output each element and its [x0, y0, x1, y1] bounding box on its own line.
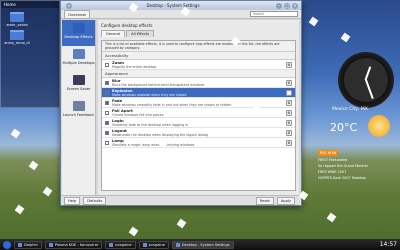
clock-minute-hand	[365, 79, 374, 100]
group-label-accessibility: Accessibility	[102, 52, 295, 60]
effect-checkbox[interactable]	[105, 120, 109, 125]
falling-flake-decoration	[340, 32, 351, 43]
falling-flake-decoration	[28, 160, 39, 171]
app-icon	[18, 242, 22, 247]
overview-button[interactable]: Overview	[64, 9, 90, 19]
rss-badge: RSS NOW	[318, 150, 339, 156]
app-icon	[142, 242, 147, 247]
taskbar-task[interactable]: pvsgaine	[138, 240, 169, 249]
apply-button[interactable]: Apply	[276, 196, 295, 205]
minimize-icon[interactable]: –	[276, 2, 282, 9]
effects-panel: This is a list of available effects, it …	[101, 40, 296, 191]
news-item[interactable]: FREE! FeeLoaded	[318, 158, 398, 162]
desktop-folder-item[interactable]: amhr_vacka	[4, 12, 30, 27]
desktop-effects-icon	[72, 23, 85, 33]
news-widget[interactable]: RSS NOW FREE! FeeLoaded Sa rapport the G…	[318, 150, 398, 220]
taskbar-task[interactable]: Plasma KDE - Konqueror	[44, 240, 103, 249]
sun-icon	[368, 115, 390, 137]
taskbar-task[interactable]: Dolphin	[14, 240, 42, 249]
app-icon	[109, 242, 114, 247]
desktop-folder-view: Home amhr_vacka anmy_mmo_di	[0, 0, 60, 108]
screen-saver-icon	[72, 75, 85, 85]
tab-all-effects[interactable]: All Effects	[126, 30, 154, 37]
configure-icon[interactable]: ⚙	[286, 109, 292, 116]
configure-icon[interactable]: ⚙	[286, 99, 292, 106]
folder-icon	[10, 30, 24, 40]
sidebar-item-screen-saver[interactable]: Screen Saver	[62, 72, 95, 98]
window-title: Desktop - System Settings	[146, 3, 200, 8]
falling-flake-decoration	[14, 204, 25, 215]
clock-hour-hand	[365, 66, 372, 81]
news-item[interactable]: HOPPER Dark 2007 Desktop	[318, 176, 398, 180]
reset-button[interactable]: Reset	[255, 196, 274, 205]
configure-icon[interactable]: ⚙	[286, 61, 292, 68]
taskbar-clock[interactable]: 14:57	[380, 241, 397, 248]
falling-flake-decoration	[176, 218, 187, 229]
effect-row-lamp[interactable]: Lamp Simulate a magic lamp when minimizin…	[102, 138, 295, 148]
weather-temperature: 20°C	[330, 121, 358, 134]
sidebar-item-desktop-effects[interactable]: Desktop Effects	[62, 20, 95, 46]
group-label-appearance: Appearance	[102, 70, 295, 78]
defaults-button[interactable]: Defaults	[83, 196, 107, 205]
news-item[interactable]: FREE WWE 2007	[318, 170, 398, 174]
app-icon	[175, 242, 180, 247]
settings-content: Configure desktop effects General All Ef…	[98, 20, 299, 195]
weather-widget[interactable]: Mexico City, MX 20°C	[318, 105, 398, 145]
effect-row-login[interactable]: Login Smoothly fade to the desktop when l…	[102, 118, 295, 128]
falling-flake-decoration	[308, 16, 319, 27]
effect-row-fade[interactable]: Fade Make windows smoothly fade in and ou…	[102, 98, 295, 108]
intro-text: This is a list of available effects, it …	[102, 41, 295, 52]
effect-checkbox[interactable]	[105, 62, 109, 67]
news-item[interactable]: Sa rapport the Grand Mariner	[318, 164, 398, 168]
taskbar: Dolphin Plasma KDE - Konqueror pvsgaine …	[0, 239, 400, 250]
page-title: Configure desktop effects	[101, 23, 153, 28]
falling-flake-decoration	[128, 226, 139, 237]
effect-row-blur[interactable]: Blur Blurs the background behind semi-tra…	[102, 78, 295, 88]
configure-icon[interactable]: ⚙	[286, 79, 292, 86]
effect-row-fall-apart[interactable]: Fall Apart Closed windows fall into piece…	[102, 108, 295, 118]
tab-general[interactable]: General	[101, 30, 126, 37]
sidebar-item-launch-feedback[interactable]: Launch Feedback	[62, 98, 95, 124]
kde-menu-icon[interactable]	[3, 240, 11, 249]
falling-flake-decoration	[10, 128, 21, 139]
configure-icon[interactable]: ⚙	[286, 119, 292, 126]
configure-icon[interactable]: ⚙	[286, 129, 292, 136]
effect-checkbox[interactable]	[105, 90, 109, 95]
settings-sidebar: Desktop Effects Multiple Desktops Screen…	[62, 20, 96, 195]
window-titlebar[interactable]: ≡ Desktop - System Settings – □ ×	[61, 1, 301, 10]
taskbar-task-active[interactable]: Desktop - System Settings	[171, 240, 234, 249]
folder-view-title: Home	[1, 1, 59, 8]
taskbar-task[interactable]: pvsgaine	[105, 240, 136, 249]
launch-feedback-icon	[72, 101, 85, 111]
maximize-icon[interactable]: □	[284, 2, 290, 9]
analog-clock-widget[interactable]	[338, 52, 394, 108]
system-settings-window: ≡ Desktop - System Settings – □ × Overvi…	[60, 0, 302, 206]
effect-row-explosion[interactable]: Explosion Make windows explode when they …	[102, 88, 295, 98]
effect-checkbox[interactable]	[105, 100, 109, 105]
app-icon	[48, 242, 53, 247]
desktop-folder-item[interactable]: anmy_mmo_di	[4, 30, 30, 45]
configure-icon[interactable]: ⚙	[286, 139, 292, 146]
help-button[interactable]: Help	[64, 196, 81, 205]
effect-row-zoom[interactable]: Zoom Magnify the entire desktop ⚙	[102, 60, 295, 70]
tab-bar: General All Effects	[98, 30, 299, 37]
effect-checkbox[interactable]	[105, 140, 109, 145]
effect-checkbox[interactable]	[105, 110, 109, 115]
folder-icon	[10, 12, 24, 22]
dialog-button-bar: Help Defaults Reset Apply	[61, 195, 301, 205]
effect-checkbox[interactable]	[105, 130, 109, 135]
effect-checkbox[interactable]	[105, 80, 109, 85]
weather-city: Mexico City, MX	[332, 107, 368, 112]
search-input[interactable]	[250, 11, 298, 17]
multiple-desktops-icon	[72, 49, 85, 59]
effect-row-logout[interactable]: Logout Desaturate the desktop when displa…	[102, 128, 295, 138]
close-icon[interactable]: ×	[292, 2, 298, 9]
sidebar-item-multiple-desktops[interactable]: Multiple Desktops	[62, 46, 95, 72]
configure-icon[interactable]: ⚙	[286, 89, 292, 96]
falling-flake-decoration	[42, 186, 53, 197]
